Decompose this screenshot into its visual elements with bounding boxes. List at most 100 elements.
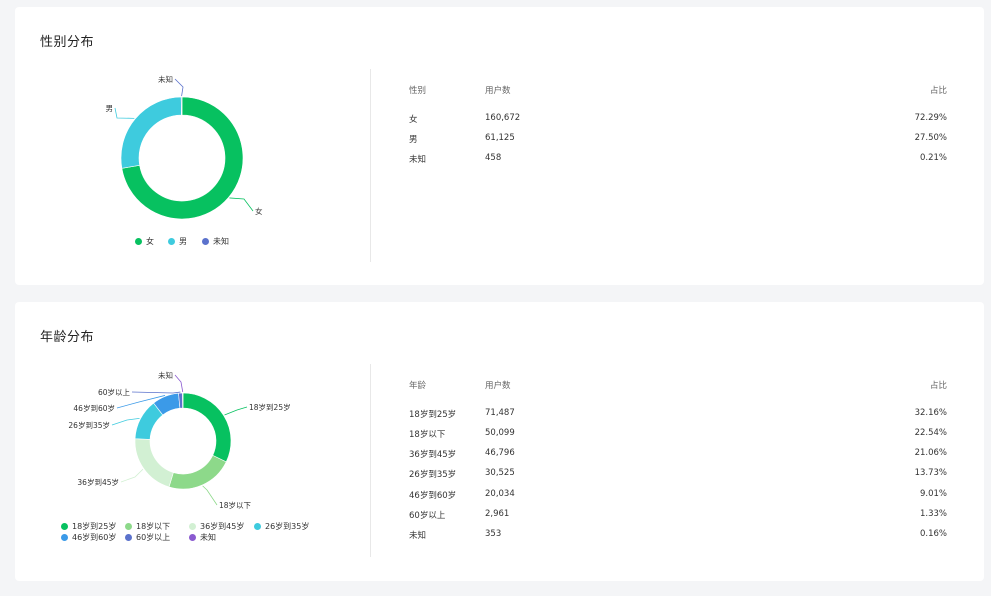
table-row: 未知 458 0.21% — [409, 153, 947, 167]
cell-label: 未知 — [409, 531, 427, 541]
section-divider — [370, 364, 371, 557]
legend-item-18-25[interactable]: 18岁到25岁 — [61, 521, 116, 532]
header-ratio: 占比 — [929, 381, 947, 391]
legend-dot — [61, 523, 68, 530]
cell-label: 36岁到45岁 — [409, 450, 457, 460]
legend-item-unknown[interactable]: 未知 — [189, 532, 216, 543]
slice-label: 未知 — [158, 74, 173, 84]
legend-item-under-18[interactable]: 18岁以下 — [125, 521, 170, 532]
header-ratio: 占比 — [929, 86, 947, 96]
donut-slice[interactable] — [168, 454, 227, 490]
leader-line — [114, 107, 135, 119]
header-age: 年龄 — [409, 381, 427, 391]
slice-label: 26岁到35岁 — [68, 420, 110, 430]
age-distribution-card: 年龄分布 18岁到25岁 18岁以下 36岁到45岁 26岁到35岁 46岁到60岁 60… — [15, 302, 984, 581]
slice-label: 18岁到25岁 — [249, 402, 291, 412]
legend-item-46-60[interactable]: 46岁到60岁 — [61, 532, 116, 543]
cell-count: 50,099 — [485, 428, 515, 438]
legend-label: 60岁以上 — [136, 533, 171, 542]
cell-ratio: 9.01% — [919, 489, 947, 499]
leader-line — [111, 418, 140, 426]
table-row: 26岁到35岁 30,525 13.73% — [409, 468, 947, 482]
legend-dot — [254, 523, 261, 530]
leader-line — [202, 485, 218, 506]
legend-dot — [135, 238, 142, 245]
header-gender: 性别 — [409, 86, 427, 96]
header-user-count: 用户数 — [485, 86, 511, 96]
slice-label: 18岁以下 — [219, 500, 252, 510]
slice-label: 女 — [255, 206, 263, 216]
donut-slice[interactable] — [180, 96, 183, 116]
table-row: 36岁到45岁 46,796 21.06% — [409, 448, 947, 462]
legend-label: 男 — [179, 237, 187, 246]
legend-item-male[interactable]: 男 — [168, 236, 187, 247]
cell-label: 男 — [409, 135, 418, 145]
legend-item-36-45[interactable]: 36岁到45岁 — [189, 521, 244, 532]
age-table: 年龄 用户数 占比 18岁到25岁 71,487 32.16% 18岁以下 50… — [409, 379, 947, 549]
table-row: 男 61,125 27.50% — [409, 133, 947, 147]
section-divider — [370, 69, 371, 262]
donut-slice[interactable] — [120, 96, 182, 169]
table-row: 女 160,672 72.29% — [409, 113, 947, 127]
cell-count: 20,034 — [485, 489, 515, 499]
cell-label: 60岁以上 — [409, 511, 446, 521]
cell-label: 未知 — [409, 155, 427, 165]
cell-label: 46岁到60岁 — [409, 491, 457, 501]
cell-ratio: 32.16% — [914, 408, 947, 418]
cell-count: 46,796 — [485, 448, 515, 458]
cell-ratio: 22.54% — [914, 428, 947, 438]
table-row: 60岁以上 2,961 1.33% — [409, 509, 947, 523]
legend-label: 46岁到60岁 — [72, 533, 117, 542]
gender-table: 性别 用户数 占比 女 160,672 72.29% 男 61,125 27.5… — [409, 84, 947, 194]
legend-label: 36岁到45岁 — [200, 522, 245, 531]
cell-ratio: 1.33% — [919, 509, 947, 519]
cell-count: 2,961 — [485, 509, 510, 519]
cell-ratio: 72.29% — [914, 113, 947, 123]
slice-label: 46岁到60岁 — [73, 403, 115, 413]
legend-label: 未知 — [213, 237, 229, 246]
leader-line — [229, 197, 254, 212]
table-row: 46岁到60岁 20,034 9.01% — [409, 489, 947, 503]
leader-line — [174, 78, 184, 97]
leader-line — [224, 406, 248, 416]
cell-count: 71,487 — [485, 408, 515, 418]
cell-label: 26岁到35岁 — [409, 470, 457, 480]
gender-donut-chart: 女 男 未知 — [106, 74, 263, 220]
legend-label: 26岁到35岁 — [265, 522, 310, 531]
legend-item-26-35[interactable]: 26岁到35岁 — [254, 521, 309, 532]
table-header: 性别 用户数 占比 — [409, 84, 947, 98]
cell-count: 30,525 — [485, 468, 515, 478]
cell-ratio: 0.16% — [919, 529, 947, 539]
cell-ratio: 0.21% — [919, 153, 947, 163]
leader-line — [174, 374, 184, 393]
legend-dot — [189, 534, 196, 541]
slice-label: 男 — [106, 104, 114, 113]
gender-distribution-card: 性别分布 女男未知 女 男 未知 性别 用户数 占比 女 160,672 72.… — [15, 7, 984, 285]
legend-label: 18岁以下 — [136, 522, 171, 531]
slice-label: 36岁到45岁 — [77, 477, 119, 487]
cell-ratio: 13.73% — [914, 468, 947, 478]
donut-slice[interactable] — [182, 392, 232, 463]
cell-count: 458 — [485, 153, 502, 163]
donut-slice[interactable] — [134, 438, 174, 488]
legend-dot — [125, 523, 132, 530]
header-user-count: 用户数 — [485, 381, 511, 391]
legend-label: 未知 — [200, 533, 216, 542]
cell-label: 18岁到25岁 — [409, 410, 457, 420]
cell-count: 61,125 — [485, 133, 515, 143]
legend-label: 女 — [146, 237, 154, 246]
legend-item-over-60[interactable]: 60岁以上 — [125, 532, 170, 543]
legend-item-unknown[interactable]: 未知 — [202, 236, 229, 247]
cell-label: 18岁以下 — [409, 430, 446, 440]
legend-dot — [125, 534, 132, 541]
cell-count: 160,672 — [485, 113, 521, 123]
slice-label: 未知 — [158, 370, 173, 380]
legend-item-female[interactable]: 女 — [135, 236, 154, 247]
cell-count: 353 — [485, 529, 502, 539]
legend-label: 18岁到25岁 — [72, 522, 117, 531]
legend-dot — [61, 534, 68, 541]
leader-line — [131, 391, 181, 394]
cell-ratio: 27.50% — [914, 133, 947, 143]
table-row: 18岁到25岁 71,487 32.16% — [409, 408, 947, 422]
legend-dot — [168, 238, 175, 245]
